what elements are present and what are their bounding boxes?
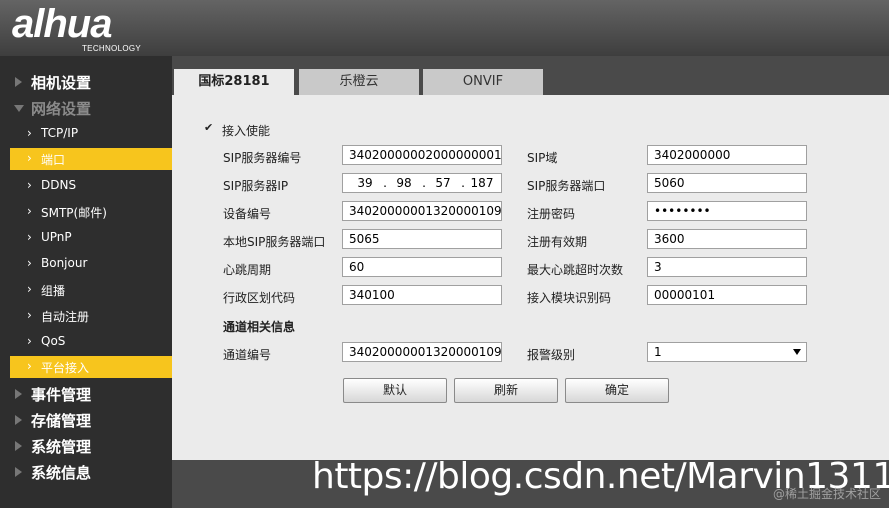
alarm-level-value: 1 — [654, 345, 662, 359]
module-id-label: 接入模块识别码 — [527, 291, 612, 305]
chevron-right-icon: › — [27, 282, 32, 296]
sidebar-item-upnp[interactable]: › UPnP — [0, 225, 172, 251]
register-validity-input[interactable]: 3600 — [647, 229, 807, 249]
refresh-button[interactable]: 刷新 — [454, 378, 558, 403]
sip-server-id-input[interactable]: 34020000002000000001 — [342, 145, 502, 165]
sidebar-item-label: TCP/IP — [41, 126, 79, 140]
triangle-right-icon — [15, 389, 22, 399]
sip-server-port-label: SIP服务器端口 — [527, 179, 606, 193]
region-code-label: 行政区划代码 — [223, 291, 296, 305]
dropdown-arrow-icon — [793, 349, 801, 355]
sidebar-item-label: 平台接入 — [41, 361, 90, 375]
logo-subtitle: TECHNOLOGY — [82, 44, 142, 53]
channel-section-title: 通道相关信息 — [223, 320, 296, 334]
triangle-down-icon — [14, 105, 24, 112]
module-id-input[interactable]: 00000101 — [647, 285, 807, 305]
max-heartbeat-timeout-input[interactable]: 3 — [647, 257, 807, 277]
chevron-right-icon: › — [27, 151, 32, 165]
tab-imou-cloud[interactable]: 乐橙云 — [299, 69, 419, 95]
sidebar-item-label: 事件管理 — [31, 386, 92, 404]
main-panel: 国标28181 乐橙云 ONVIF ✔ 接入使能 SIP服务器编号 340200… — [172, 68, 889, 460]
ok-button[interactable]: 确定 — [565, 378, 669, 403]
sidebar-item-multicast[interactable]: › 组播 — [0, 277, 172, 303]
sidebar-item-bonjour[interactable]: › Bonjour — [0, 251, 172, 277]
local-sip-port-label: 本地SIP服务器端口 — [223, 235, 326, 249]
sip-server-port-input[interactable]: 5060 — [647, 173, 807, 193]
tab-onvif[interactable]: ONVIF — [423, 69, 543, 95]
sidebar-item-event-management[interactable]: 事件管理 — [0, 381, 172, 407]
sip-domain-label: SIP域 — [527, 151, 558, 165]
alarm-level-select[interactable]: 1 — [647, 342, 807, 362]
chevron-right-icon: › — [27, 308, 32, 322]
channel-id-input[interactable]: 34020000001320000109 — [342, 342, 502, 362]
device-id-input[interactable]: 34020000001320000109 — [342, 201, 502, 221]
tab-bar: 国标28181 乐橙云 ONVIF — [172, 68, 889, 95]
device-id-label: 设备编号 — [223, 207, 272, 221]
sidebar-item-storage-management[interactable]: 存储管理 — [0, 407, 172, 433]
sidebar-item-label: 自动注册 — [41, 310, 90, 324]
default-button[interactable]: 默认 — [343, 378, 447, 403]
chevron-right-icon: › — [27, 334, 32, 348]
sidebar-item-network-settings[interactable]: 网络设置 — [0, 95, 172, 121]
alarm-level-label: 报警级别 — [527, 348, 576, 362]
enable-checkbox[interactable]: ✔ — [204, 122, 216, 134]
sidebar-item-label: 系统管理 — [31, 438, 92, 456]
sip-server-ip-input[interactable]: 39 . 98 . 57 . 187 — [342, 173, 502, 193]
sidebar-item-ddns[interactable]: › DDNS — [0, 173, 172, 199]
triangle-right-icon — [15, 467, 22, 477]
sidebar-item-label: 端口 — [41, 153, 66, 167]
chevron-right-icon: › — [27, 359, 32, 373]
sidebar-item-platform-access[interactable]: › 平台接入 — [10, 356, 172, 378]
sidebar-item-label: 存储管理 — [31, 412, 92, 430]
sip-domain-input[interactable]: 3402000000 — [647, 145, 807, 165]
sidebar-item-qos[interactable]: › QoS — [0, 329, 172, 355]
sidebar-item-label: QoS — [41, 334, 66, 348]
ip-octet-4: 187 — [470, 176, 494, 190]
channel-id-label: 通道编号 — [223, 348, 272, 362]
sidebar-item-label: DDNS — [41, 178, 77, 192]
sidebar-item-label: UPnP — [41, 230, 72, 244]
sip-server-ip-label: SIP服务器IP — [223, 179, 289, 193]
ip-octet-1: 39 — [357, 176, 373, 190]
triangle-right-icon — [15, 415, 22, 425]
heartbeat-label: 心跳周期 — [223, 263, 272, 277]
sidebar-item-port[interactable]: › 端口 — [10, 148, 172, 170]
register-password-label: 注册密码 — [527, 207, 576, 221]
sidebar-item-smtp[interactable]: › SMTP(邮件) — [0, 199, 172, 225]
sidebar-item-system-info[interactable]: 系统信息 — [0, 459, 172, 485]
sidebar-menu: 相机设置 网络设置 › TCP/IP › 端口 › DDNS › SMTP(邮件) › U… — [0, 56, 172, 508]
chevron-right-icon: › — [27, 126, 32, 140]
tab-gb28181[interactable]: 国标28181 — [174, 69, 294, 95]
triangle-right-icon — [15, 77, 22, 87]
sidebar-item-label: 网络设置 — [31, 100, 92, 118]
chevron-right-icon: › — [27, 230, 32, 244]
sidebar-item-label: 组播 — [41, 284, 66, 298]
chevron-right-icon: › — [27, 204, 32, 218]
sidebar-item-label: SMTP(邮件) — [41, 206, 107, 220]
enable-label: 接入使能 — [222, 124, 271, 138]
corner-watermark: @稀土掘金技术社区 — [772, 487, 881, 501]
max-heartbeat-timeout-label: 最大心跳超时次数 — [527, 263, 624, 277]
chevron-right-icon: › — [27, 256, 32, 270]
register-password-input[interactable]: •••••••• — [647, 201, 807, 221]
logo-wordmark: alhua — [12, 2, 112, 46]
sip-server-id-label: SIP服务器编号 — [223, 151, 302, 165]
sidebar-item-label: Bonjour — [41, 256, 88, 270]
sidebar-item-tcpip[interactable]: › TCP/IP — [0, 121, 172, 147]
top-header: alhua TECHNOLOGY — [0, 0, 889, 56]
triangle-right-icon — [15, 441, 22, 451]
heartbeat-input[interactable]: 60 — [342, 257, 502, 277]
chevron-right-icon: › — [27, 178, 32, 192]
dahua-logo: alhua TECHNOLOGY — [12, 2, 141, 53]
ip-octet-3: 57 — [435, 176, 451, 190]
ip-octet-2: 98 — [396, 176, 412, 190]
local-sip-port-input[interactable]: 5065 — [342, 229, 502, 249]
sidebar-item-label: 系统信息 — [31, 464, 92, 482]
register-validity-label: 注册有效期 — [527, 235, 588, 249]
sidebar-item-auto-register[interactable]: › 自动注册 — [0, 303, 172, 329]
sidebar-item-system-management[interactable]: 系统管理 — [0, 433, 172, 459]
sidebar-item-label: 相机设置 — [31, 74, 92, 92]
region-code-input[interactable]: 340100 — [342, 285, 502, 305]
sidebar-item-camera-settings[interactable]: 相机设置 — [0, 69, 172, 95]
